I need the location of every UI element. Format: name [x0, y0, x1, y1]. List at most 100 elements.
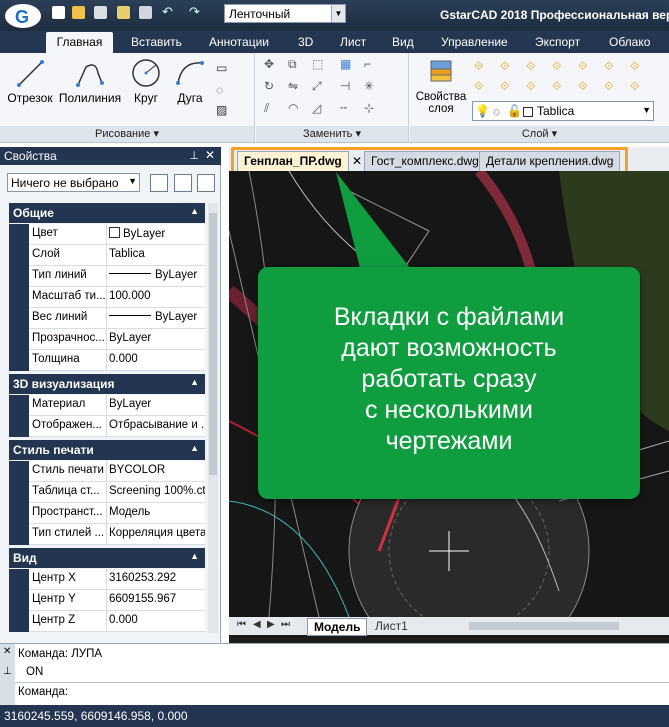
- horizontal-scrollbar[interactable]: [469, 622, 619, 630]
- property-row[interactable]: Стиль печати BYCOLOR: [9, 461, 205, 482]
- property-value[interactable]: ByLayer: [106, 395, 205, 416]
- save-as-icon[interactable]: [117, 6, 130, 19]
- property-row[interactable]: Слой Tablica: [9, 245, 205, 266]
- layer-state-icon[interactable]: ⟐: [474, 59, 490, 75]
- layer-walk-icon[interactable]: ⟐: [474, 79, 490, 95]
- layer-properties-button[interactable]: Свойства слоя: [414, 57, 468, 115]
- selection-dropdown[interactable]: Ничего не выбрано ▼: [7, 173, 140, 192]
- arc-button[interactable]: Дуга: [172, 57, 208, 105]
- extend-icon[interactable]: ⊣: [340, 79, 356, 95]
- toggle-pickadd-icon[interactable]: [150, 174, 168, 192]
- property-row[interactable]: Тип стилей ... Корреляция цвета: [9, 524, 205, 545]
- tab-insert[interactable]: Вставить: [131, 35, 182, 49]
- property-row[interactable]: Центр Z 0.000: [9, 611, 205, 632]
- quick-select-icon[interactable]: [197, 174, 215, 192]
- prev-layout-icon[interactable]: ◀: [253, 619, 261, 630]
- property-value[interactable]: ByLayer: [106, 224, 205, 245]
- tab-annotations[interactable]: Аннотации: [209, 35, 269, 49]
- tab-export[interactable]: Экспорт: [535, 35, 580, 49]
- print-icon[interactable]: [139, 6, 152, 19]
- line-button[interactable]: Отрезок: [6, 57, 54, 105]
- mirror-icon[interactable]: ⇋: [288, 79, 304, 95]
- property-value[interactable]: 3160253.292: [106, 569, 205, 590]
- tab-model[interactable]: Модель: [307, 618, 368, 636]
- property-value[interactable]: Screening 100%.ctb: [106, 482, 205, 503]
- layer-off-icon[interactable]: ⟐: [552, 59, 568, 75]
- hatch-icon[interactable]: ▨: [216, 103, 232, 119]
- layer-previous-icon[interactable]: ⟐: [630, 59, 646, 75]
- close-icon[interactable]: ✕: [3, 646, 11, 657]
- tab-manage[interactable]: Управление: [441, 35, 508, 49]
- tab-3d[interactable]: 3D: [298, 35, 313, 49]
- property-row[interactable]: Масштаб ти... 100.000: [9, 287, 205, 308]
- command-line-grip[interactable]: ✕ ⊥: [0, 644, 15, 706]
- chamfer-icon[interactable]: ◿: [312, 101, 328, 117]
- layer-freeze-icon[interactable]: ⟐: [526, 59, 542, 75]
- stretch-icon[interactable]: ⬚: [312, 57, 328, 73]
- property-value[interactable]: 0.000: [106, 350, 205, 371]
- array-icon[interactable]: ▦: [340, 57, 356, 73]
- property-row[interactable]: Толщина 0.000: [9, 350, 205, 371]
- close-icon[interactable]: ✕: [205, 148, 215, 162]
- tab-view[interactable]: Вид: [392, 35, 414, 49]
- property-value[interactable]: ByLayer: [106, 329, 205, 350]
- last-layout-icon[interactable]: ⏭: [281, 619, 290, 630]
- polyline-button[interactable]: Полилиния: [58, 57, 122, 105]
- save-icon[interactable]: [94, 6, 107, 19]
- layer-select[interactable]: 💡 ☼ 🔓 Tablica ▼: [472, 101, 654, 121]
- property-section-header[interactable]: Вид ▲: [9, 548, 205, 568]
- property-row[interactable]: Центр X 3160253.292: [9, 569, 205, 590]
- pin-icon[interactable]: ⊥: [189, 149, 199, 162]
- property-row[interactable]: Тип линий ByLayer: [9, 266, 205, 287]
- app-logo[interactable]: G: [3, 3, 43, 30]
- property-value[interactable]: Tablica: [106, 245, 205, 266]
- layer-panel-title[interactable]: Слой ▾: [410, 126, 669, 142]
- draw-panel-title[interactable]: Рисование ▾: [0, 126, 254, 142]
- tab-cloud[interactable]: Облако: [609, 35, 650, 49]
- modify-panel-title[interactable]: Заменить ▾: [256, 126, 408, 142]
- offset-icon[interactable]: ⫽: [264, 101, 280, 117]
- property-row[interactable]: Пространст... Модель: [9, 503, 205, 524]
- break-icon[interactable]: ╌: [340, 101, 356, 117]
- fillet-icon[interactable]: ◠: [288, 101, 304, 117]
- new-file-icon[interactable]: [52, 6, 65, 19]
- property-section-header[interactable]: Стиль печати ▲: [9, 440, 205, 460]
- first-layout-icon[interactable]: ⏮: [237, 619, 246, 630]
- ellipse-icon[interactable]: ◌: [216, 83, 232, 99]
- select-objects-icon[interactable]: [174, 174, 192, 192]
- tab-home[interactable]: Главная: [46, 32, 113, 53]
- circle-button[interactable]: Круг: [126, 57, 166, 105]
- next-layout-icon[interactable]: ▶: [267, 619, 275, 630]
- property-row[interactable]: Материал ByLayer: [9, 395, 205, 416]
- property-row[interactable]: Прозрачнос... ByLayer: [9, 329, 205, 350]
- property-value[interactable]: BYCOLOR: [106, 461, 205, 482]
- property-value[interactable]: Корреляция цвета: [106, 524, 205, 545]
- property-section-header[interactable]: Общие ▲: [9, 203, 205, 223]
- open-folder-icon[interactable]: [72, 6, 85, 19]
- pin-icon[interactable]: ⊥: [3, 666, 12, 677]
- move-icon[interactable]: ✥: [264, 57, 280, 73]
- redo-icon[interactable]: ↷: [189, 5, 202, 19]
- undo-icon[interactable]: ↶: [162, 5, 175, 19]
- property-value[interactable]: ByLayer: [106, 266, 205, 287]
- copy-icon[interactable]: ⧉: [288, 57, 304, 73]
- explode-icon[interactable]: ✳: [364, 79, 380, 95]
- coordinates-readout[interactable]: 3160245.559, 6609146.958, 0.000: [4, 709, 188, 723]
- tab-layout[interactable]: Лист: [340, 35, 366, 49]
- property-value[interactable]: Модель: [106, 503, 205, 524]
- layer-thaw-icon[interactable]: ⟐: [552, 79, 568, 95]
- property-value[interactable]: 0.000: [106, 611, 205, 632]
- layer-current-icon[interactable]: ⟐: [630, 79, 646, 95]
- rotate-icon[interactable]: ↻: [264, 79, 280, 95]
- property-value[interactable]: 100.000: [106, 287, 205, 308]
- layer-match-icon[interactable]: ⟐: [604, 59, 620, 75]
- property-row[interactable]: Цвет ByLayer: [9, 224, 205, 245]
- property-value[interactable]: ByLayer: [106, 308, 205, 329]
- command-prompt[interactable]: Команда:: [18, 686, 68, 698]
- trim-icon[interactable]: ⌐: [364, 57, 380, 73]
- layer-delete-icon[interactable]: ⟐: [526, 79, 542, 95]
- property-row[interactable]: Таблица ст... Screening 100%.ctb: [9, 482, 205, 503]
- scale-icon[interactable]: ⤢: [312, 79, 328, 95]
- property-row[interactable]: Отображен... Отбрасывание и ...: [9, 416, 205, 437]
- tab-sheet1[interactable]: Лист1: [369, 618, 414, 634]
